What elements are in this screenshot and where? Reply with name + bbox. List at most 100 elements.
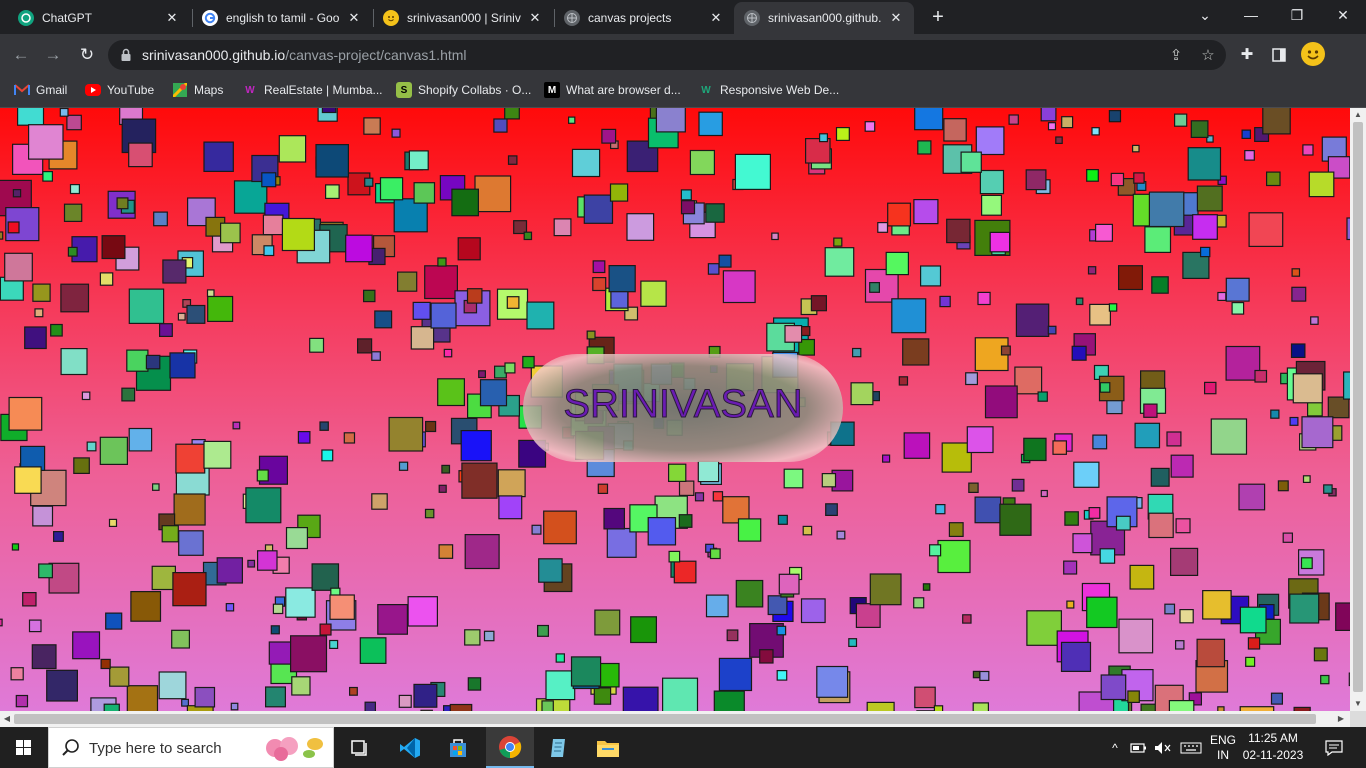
- bookmark-medium[interactable]: M What are browser d...: [544, 81, 681, 99]
- canvas-square: [105, 612, 123, 630]
- canvas-page[interactable]: SRINIVASAN: [0, 108, 1350, 711]
- system-clock[interactable]: 11:25 AM 02-11-2023: [1237, 730, 1309, 764]
- canvas-square: [1166, 431, 1182, 447]
- bookmark-responsive-web[interactable]: W Responsive Web De...: [698, 81, 839, 99]
- canvas-square: [101, 235, 126, 260]
- canvas-square: [507, 155, 518, 165]
- canvas-square: [668, 550, 681, 563]
- close-icon[interactable]: ✕: [888, 10, 904, 26]
- canvas-square: [256, 469, 269, 482]
- windows-start-icon[interactable]: [0, 727, 48, 768]
- canvas-square: [247, 559, 256, 568]
- horizontal-scrollbar[interactable]: ◀ ▶: [0, 711, 1350, 727]
- bookmark-maps[interactable]: Maps: [172, 81, 223, 99]
- chrome-icon[interactable]: [486, 727, 534, 768]
- battery-icon[interactable]: [1128, 727, 1150, 768]
- profile-avatar[interactable]: [1301, 42, 1325, 66]
- canvas-square: [937, 539, 971, 574]
- canvas-square: [881, 454, 891, 463]
- tab-canvas-projects[interactable]: canvas projects ✕: [554, 2, 734, 34]
- canvas-square: [1063, 560, 1078, 575]
- canvas-square: [257, 550, 278, 571]
- canvas-square: [522, 355, 535, 369]
- bookmark-youtube[interactable]: YouTube: [85, 81, 154, 99]
- bookmark-label: Gmail: [36, 83, 68, 97]
- task-view-icon[interactable]: [336, 727, 384, 768]
- canvas-square: [262, 214, 284, 236]
- canvas-square: [291, 676, 311, 696]
- tab-search-chevron-icon[interactable]: ⌄: [1182, 0, 1228, 32]
- canvas-square: [885, 251, 910, 276]
- canvas-square: [1143, 403, 1158, 418]
- canvas-square: [407, 596, 439, 627]
- microsoft-store-icon[interactable]: [434, 727, 482, 768]
- address-bar[interactable]: srinivasan000.github.io/canvas-project/c…: [108, 40, 1226, 70]
- canvas-square: [285, 587, 316, 618]
- medium-icon: M: [544, 82, 560, 98]
- scroll-down-icon[interactable]: ▼: [1351, 697, 1365, 711]
- canvas-square: [697, 460, 720, 483]
- canvas-square: [169, 352, 196, 379]
- canvas-square: [1187, 147, 1222, 181]
- language-indicator[interactable]: ENG IN: [1208, 727, 1238, 768]
- canvas-square: [593, 687, 612, 705]
- bookmark-shopify[interactable]: S Shopify Collabs · O...: [396, 81, 531, 99]
- close-icon[interactable]: ✕: [346, 10, 362, 26]
- canvas-square: [943, 118, 967, 142]
- bookmark-gmail[interactable]: Gmail: [14, 81, 67, 99]
- file-explorer-icon[interactable]: [584, 727, 632, 768]
- canvas-square: [735, 579, 764, 608]
- canvas-square: [1071, 345, 1087, 361]
- canvas-square: [230, 702, 239, 711]
- lock-icon[interactable]: [118, 47, 134, 63]
- notifications-icon[interactable]: [1318, 727, 1350, 768]
- share-icon[interactable]: ⇪: [1166, 46, 1186, 66]
- vertical-scroll-thumb[interactable]: [1353, 122, 1363, 692]
- forward-button[interactable]: →: [40, 42, 66, 68]
- canvas-square: [1037, 391, 1048, 402]
- scroll-up-icon[interactable]: ▲: [1351, 108, 1365, 122]
- canvas-square: [171, 629, 190, 649]
- tab-canvas1-active[interactable]: srinivasan000.github. ✕: [734, 2, 914, 34]
- notepad-icon[interactable]: [534, 727, 582, 768]
- touch-keyboard-icon[interactable]: [1176, 727, 1206, 768]
- new-tab-button[interactable]: +: [926, 5, 950, 29]
- canvas-square: [1087, 266, 1097, 275]
- restore-button[interactable]: ❐: [1274, 0, 1320, 32]
- canvas-square: [922, 583, 931, 591]
- canvas-square: [640, 280, 667, 307]
- taskbar-search-box[interactable]: Type here to search: [48, 727, 334, 768]
- tab-chatgpt[interactable]: ChatGPT ✕: [8, 2, 190, 34]
- canvas-square: [713, 690, 745, 711]
- close-icon[interactable]: ✕: [527, 10, 543, 26]
- canvas-square: [531, 524, 542, 535]
- horizontal-scroll-thumb[interactable]: [14, 714, 1316, 724]
- bookmark-star-icon[interactable]: ☆: [1198, 46, 1218, 66]
- bookmark-realestate[interactable]: W RealEstate | Mumba...: [242, 81, 382, 99]
- url-host: srinivasan000.github.io: [142, 47, 286, 63]
- canvas-square: [1086, 168, 1099, 182]
- extensions-puzzle-icon[interactable]: ✚: [1236, 44, 1258, 66]
- volume-muted-icon[interactable]: [1152, 727, 1174, 768]
- canvas-square: [245, 487, 282, 524]
- side-panel-icon[interactable]: [1268, 44, 1290, 66]
- close-window-button[interactable]: ✕: [1320, 0, 1366, 32]
- vertical-scrollbar[interactable]: ▲ ▼: [1350, 108, 1366, 711]
- canvas-square: [783, 468, 804, 489]
- close-icon[interactable]: ✕: [164, 10, 180, 26]
- canvas-square: [1203, 381, 1217, 395]
- back-button[interactable]: ←: [8, 42, 34, 68]
- canvas-square: [946, 218, 971, 244]
- canvas-square: [438, 544, 454, 559]
- canvas-square: [194, 686, 216, 708]
- tab-srinivasan-profile[interactable]: srinivasan000 | Sriniv ✕: [373, 2, 553, 34]
- canvas-square: [321, 449, 334, 462]
- tab-english-to-tamil[interactable]: english to tamil - Goo ✕: [192, 2, 372, 34]
- minimize-button[interactable]: —: [1228, 0, 1274, 32]
- scroll-left-icon[interactable]: ◀: [0, 712, 14, 726]
- reload-button[interactable]: ↻: [74, 42, 100, 68]
- scroll-right-icon[interactable]: ▶: [1334, 712, 1348, 726]
- tray-chevron-up-icon[interactable]: ^: [1104, 727, 1126, 768]
- close-icon[interactable]: ✕: [708, 10, 724, 26]
- vscode-icon[interactable]: [386, 727, 434, 768]
